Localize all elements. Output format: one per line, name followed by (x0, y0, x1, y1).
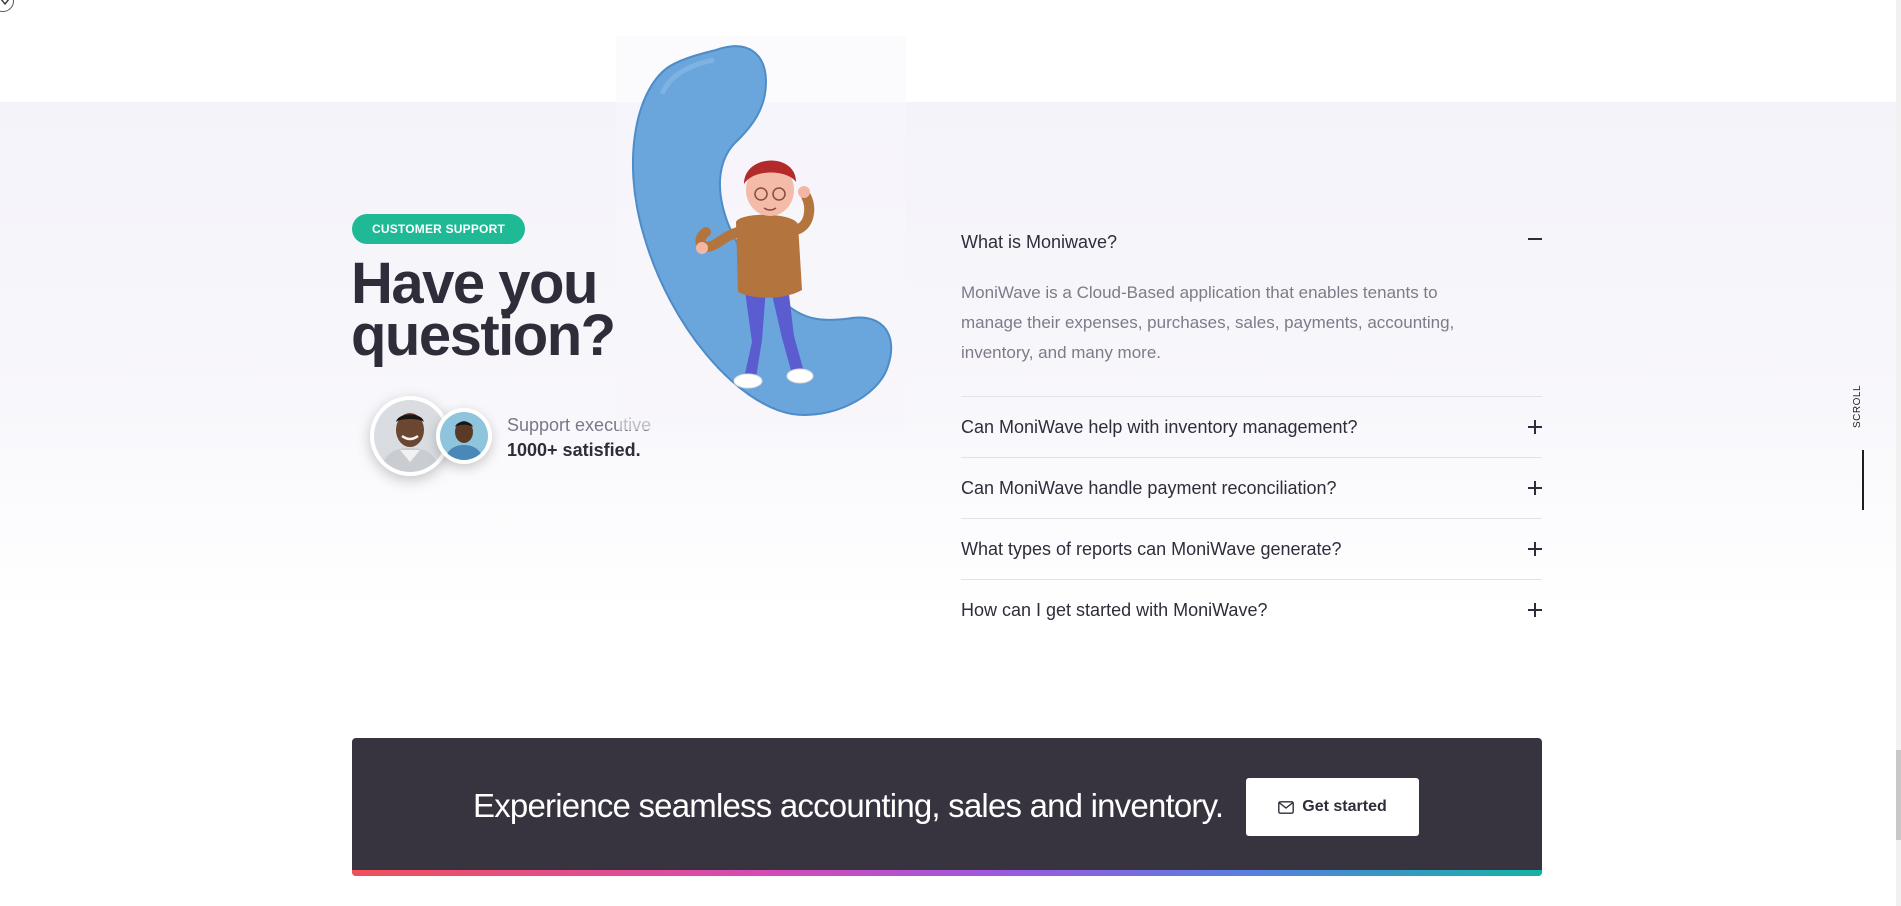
support-count: 1000+ satisfied. (507, 440, 641, 460)
faq-accordion: What is Moniwave? MoniWave is a Cloud-Ba… (961, 220, 1542, 640)
faq-question-toggle[interactable]: What is Moniwave? (961, 220, 1542, 264)
minus-icon (1528, 232, 1542, 246)
avatar (436, 408, 492, 464)
support-avatars (370, 396, 492, 478)
faq-question: Can MoniWave handle payment reconciliati… (961, 477, 1337, 498)
plus-icon (1528, 603, 1542, 617)
headline-line-2: question? (347, 303, 619, 368)
faq-item: How can I get started with MoniWave? (961, 580, 1542, 640)
faq-question-toggle[interactable]: How can I get started with MoniWave? (961, 580, 1542, 640)
faq-item: Can MoniWave handle payment reconciliati… (961, 458, 1542, 519)
get-started-label: Get started (1302, 798, 1387, 815)
plus-icon (1528, 542, 1542, 556)
cta-heading: Experience seamless accounting, sales an… (473, 787, 1224, 824)
faq-item: Can MoniWave help with inventory managem… (961, 397, 1542, 458)
phone-character-illustration (616, 36, 906, 430)
customer-support-badge: CUSTOMER SUPPORT (352, 214, 525, 244)
scrollbar-thumb[interactable] (1896, 750, 1901, 840)
faq-question-toggle[interactable]: Can MoniWave help with inventory managem… (961, 397, 1542, 457)
scroll-label: SCROLL (1852, 384, 1863, 428)
cta-banner: Experience seamless accounting, sales an… (352, 738, 1542, 876)
faq-item: What is Moniwave? MoniWave is a Cloud-Ba… (961, 220, 1542, 397)
faq-answer: MoniWave is a Cloud-Based application th… (961, 283, 1455, 362)
corner-toggle-button[interactable] (0, 0, 14, 12)
plus-icon (1528, 481, 1542, 495)
page-title: Have you question? (347, 255, 619, 368)
faq-question: What is Moniwave? (961, 232, 1118, 252)
faq-question: What types of reports can MoniWave gener… (961, 538, 1342, 559)
faq-section-background (0, 102, 1896, 610)
faq-question: How can I get started with MoniWave? (961, 599, 1268, 620)
get-started-button[interactable]: Get started (1246, 778, 1419, 836)
mail-icon (1278, 800, 1295, 814)
gradient-accent-bar (352, 870, 1542, 876)
chevron-down-icon (1, 0, 9, 5)
faq-item: What types of reports can MoniWave gener… (961, 519, 1542, 580)
faq-question: Can MoniWave help with inventory managem… (961, 416, 1358, 437)
scroll-line (1862, 450, 1864, 510)
scroll-indicator[interactable]: SCROLL (1850, 385, 1880, 510)
page-scrollbar[interactable] (1896, 0, 1901, 906)
faq-question-toggle[interactable]: Can MoniWave handle payment reconciliati… (961, 458, 1542, 518)
plus-icon (1528, 420, 1542, 434)
faq-question-toggle[interactable]: What types of reports can MoniWave gener… (961, 519, 1542, 579)
